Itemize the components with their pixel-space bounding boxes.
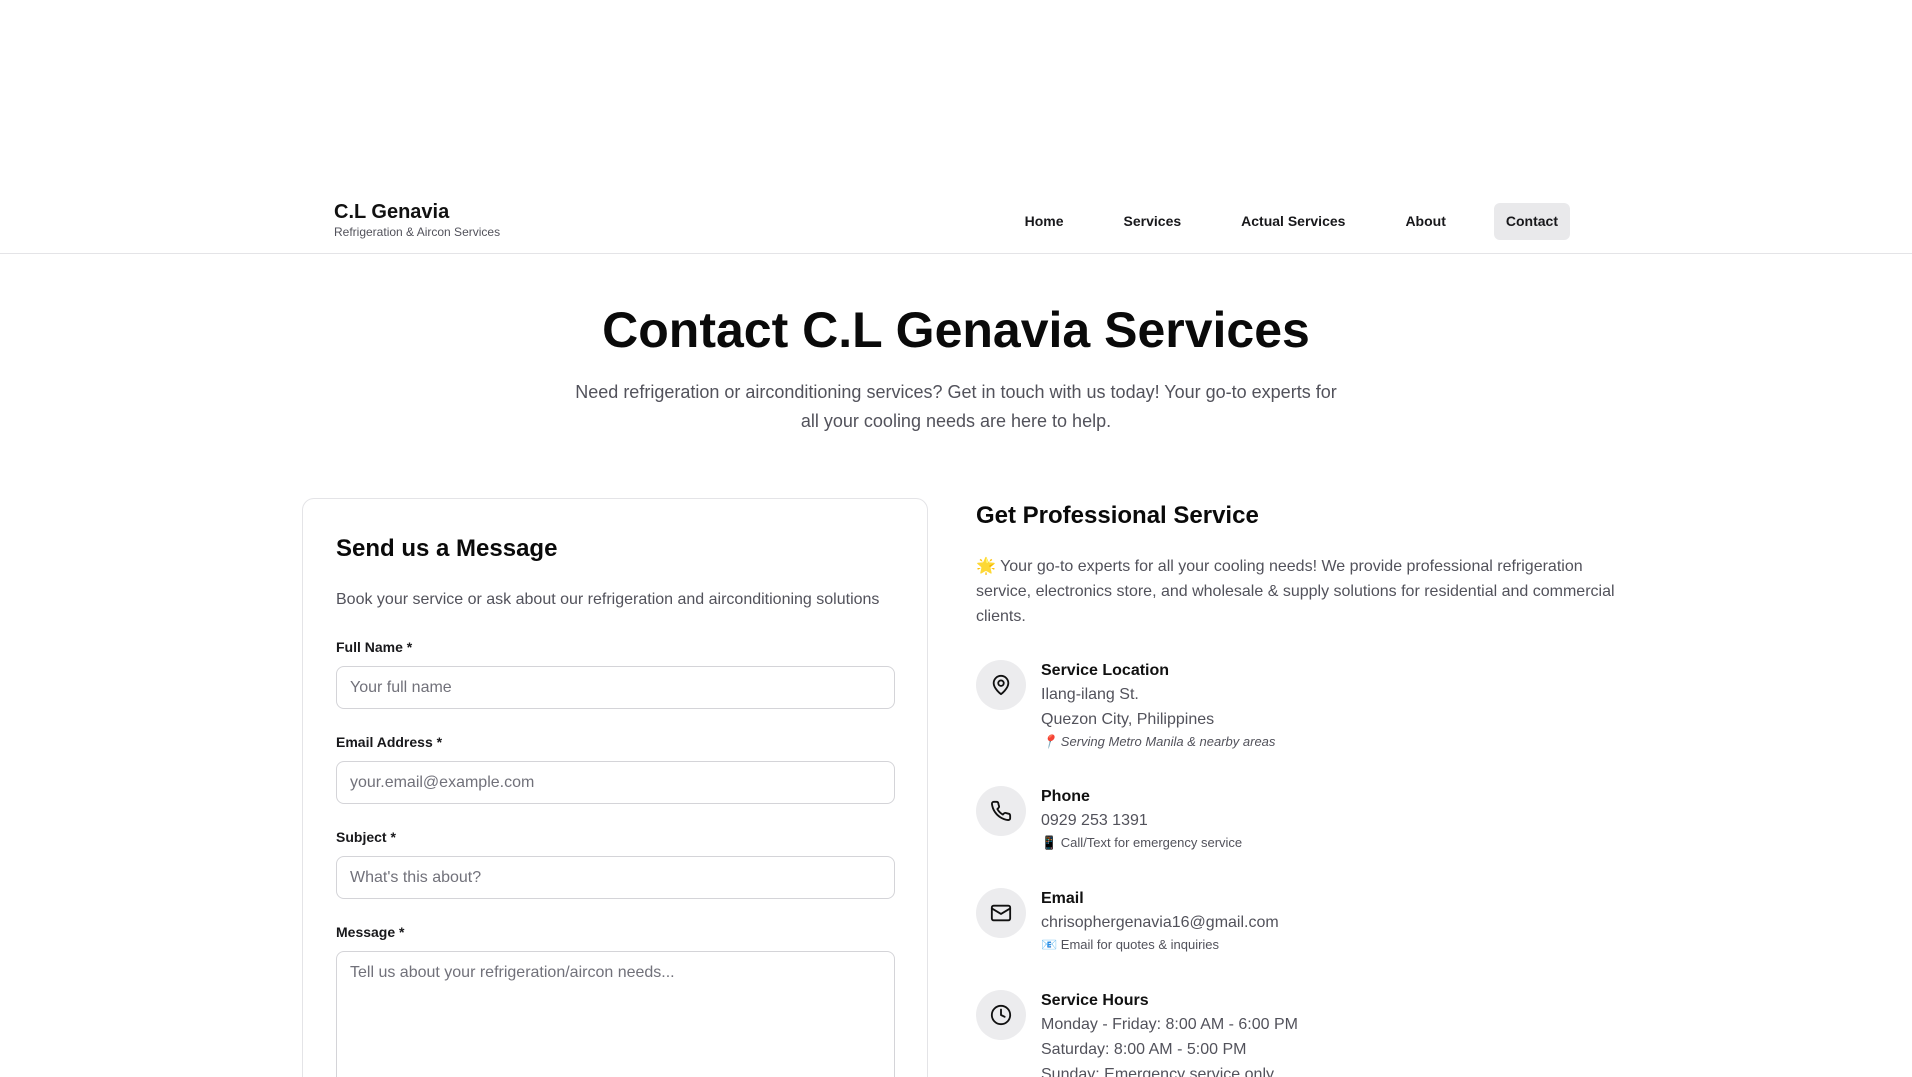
full-name-label: Full Name * — [336, 639, 413, 655]
form-description: Book your service or ask about our refri… — [336, 591, 880, 608]
page-subtitle-line-1: Need refrigeration or airconditioning se… — [575, 382, 1337, 402]
brand[interactable]: C.L Genavia Refrigeration & Aircon Servi… — [334, 200, 500, 240]
message-textarea[interactable] — [336, 951, 895, 1077]
email-label: Email Address * — [336, 734, 443, 750]
email-address[interactable]: chrisophergenavia16@gmail.com — [1041, 910, 1561, 935]
phone-icon — [976, 786, 1026, 836]
nav-actual-services[interactable]: Actual Services — [1229, 203, 1357, 240]
phone-note: 📱 Call/Text for emergency service — [1041, 835, 1243, 850]
full-name-input[interactable] — [336, 666, 895, 709]
location-city: Quezon City, Philippines — [1041, 711, 1215, 728]
navbar: C.L Genavia Refrigeration & Aircon Servi… — [0, 190, 1912, 254]
email-title: Email — [1041, 890, 1084, 907]
nav-home[interactable]: Home — [1013, 203, 1076, 240]
hours-sunday: Sunday: Emergency service only — [1041, 1066, 1274, 1077]
hours-weekdays: Monday - Friday: 8:00 AM - 6:00 PM — [1041, 1016, 1298, 1033]
contact-form-card: Send us a Message Book your service or a… — [302, 498, 928, 1077]
email-note: 📧 Email for quotes & inquiries — [1041, 937, 1220, 952]
phone-title: Phone — [1041, 788, 1090, 805]
map-pin-icon — [976, 660, 1026, 710]
hours-saturday: Saturday: 8:00 AM - 5:00 PM — [1041, 1041, 1247, 1058]
main-nav: Home Services Actual Services About Cont… — [1013, 203, 1570, 240]
nav-about[interactable]: About — [1393, 203, 1457, 240]
location-note: 📍 Serving Metro Manila & nearby areas — [1041, 734, 1276, 749]
subject-input[interactable] — [336, 856, 895, 899]
subject-label: Subject * — [336, 829, 396, 845]
message-label: Message * — [336, 924, 405, 940]
location-street: Ilang-ilang St. — [1041, 686, 1139, 703]
info-intro: 🌟 Your go-to experts for all your coolin… — [976, 558, 1615, 625]
contact-info: Get Professional Service 🌟 Your go-to ex… — [976, 498, 1616, 1077]
nav-services[interactable]: Services — [1112, 203, 1194, 240]
phone-number[interactable]: 0929 253 1391 — [1041, 808, 1561, 833]
hours-title: Service Hours — [1041, 992, 1149, 1009]
info-title: Get Professional Service — [976, 502, 1259, 529]
page-subtitle-line-2: all your cooling needs are here to help. — [800, 411, 1112, 431]
page-subtitle: Need refrigeration or airconditioning se… — [556, 378, 1356, 436]
clock-icon — [976, 990, 1026, 1040]
form-title: Send us a Message — [336, 535, 558, 562]
brand-tagline: Refrigeration & Aircon Services — [334, 225, 501, 239]
location-title: Service Location — [1041, 662, 1170, 679]
nav-contact[interactable]: Contact — [1493, 203, 1570, 240]
mail-icon — [976, 888, 1026, 938]
page-title: Contact C.L Genavia Services — [602, 302, 1310, 358]
brand-name[interactable]: C.L Genavia — [334, 200, 500, 224]
email-input[interactable] — [336, 761, 895, 804]
